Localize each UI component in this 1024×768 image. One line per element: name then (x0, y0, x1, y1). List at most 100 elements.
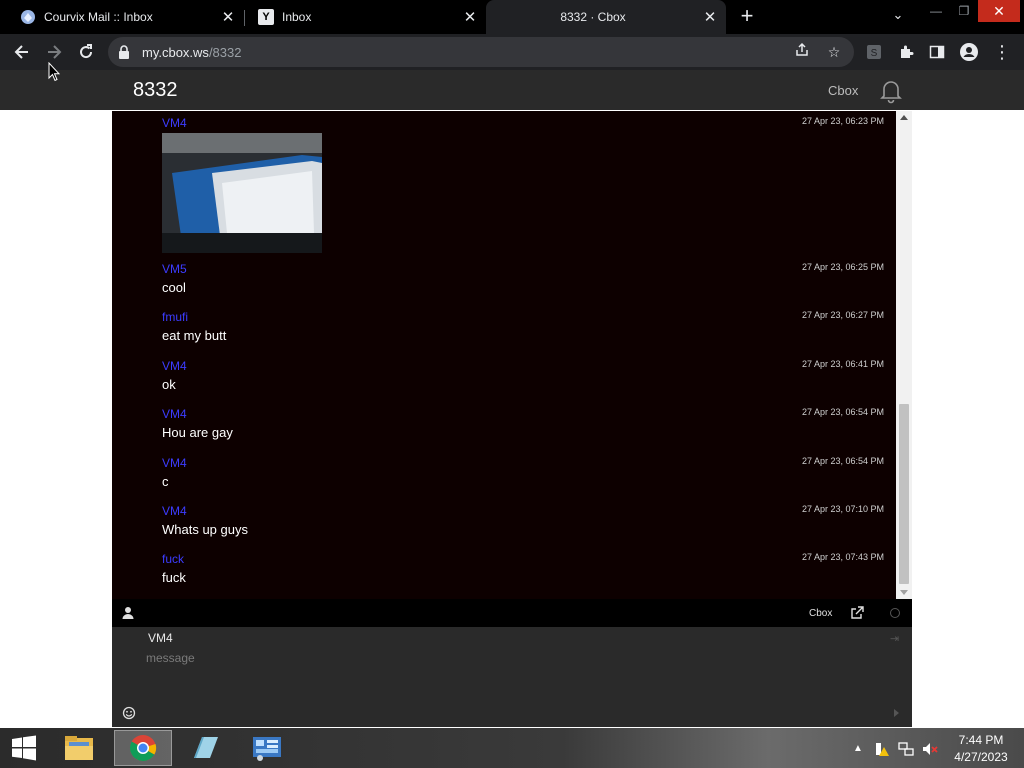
new-tab-button[interactable]: + (734, 5, 760, 29)
sidepanel-icon[interactable] (923, 38, 951, 66)
message-timestamp: 27 Apr 23, 06:23 PM (801, 116, 884, 126)
url-text: my.cbox.ws/8332 (142, 45, 241, 60)
url-host: my.cbox.ws (142, 45, 209, 60)
post-name-field[interactable]: VM4 (148, 631, 173, 645)
chat-message: VM5 27 Apr 23, 06:25 PM cool (162, 262, 884, 295)
message-image[interactable] (162, 133, 322, 253)
scroll-thumb[interactable] (899, 404, 909, 584)
window-close-button[interactable]: ✕ (978, 0, 1020, 22)
taskbar-chrome[interactable] (114, 730, 172, 766)
message-username[interactable]: VM4 (162, 116, 884, 130)
share-icon[interactable] (792, 42, 812, 62)
popout-icon[interactable] (851, 606, 864, 619)
message-timestamp: 27 Apr 23, 06:54 PM (801, 407, 884, 417)
start-button[interactable] (0, 728, 48, 768)
taskbar-notes-app[interactable] (176, 730, 234, 766)
message-username[interactable]: VM4 (162, 407, 884, 421)
message-text: cool (162, 280, 186, 295)
chat-message: VM4 27 Apr 23, 07:10 PM Whats up guys (162, 504, 884, 537)
cbox-header: 8332 Cbox (0, 70, 1024, 110)
chrome-icon (129, 735, 157, 761)
status-circle-icon[interactable] (890, 608, 900, 618)
tab-title: Courvix Mail :: Inbox (44, 10, 153, 24)
message-timestamp: 27 Apr 23, 07:10 PM (801, 504, 884, 514)
message-username[interactable]: VM4 (162, 504, 884, 518)
window-maximize-button[interactable]: ❐ (952, 0, 976, 22)
chat-message-list[interactable]: VM4 27 Apr 23, 06:23 PM VM5 27 Apr 23, 0… (112, 111, 896, 599)
reload-icon[interactable] (72, 38, 100, 66)
windows-taskbar: ▲ 7:44 PM 4/27/2023 (0, 728, 1024, 768)
user-icon[interactable] (122, 606, 134, 619)
message-timestamp: 27 Apr 23, 06:54 PM (801, 456, 884, 466)
chat-message: VM4 27 Apr 23, 06:54 PM c (162, 456, 884, 489)
post-form: VM4 ⇥ (112, 627, 912, 727)
message-text: ok (162, 377, 176, 392)
tab-close-icon[interactable]: ✕ (218, 7, 238, 27)
taskbar-control-panel[interactable] (238, 730, 296, 766)
back-icon[interactable] (8, 38, 36, 66)
scroll-up-arrow[interactable] (900, 115, 908, 120)
smiley-icon[interactable] (122, 706, 136, 720)
tab-inbox[interactable]: Y Inbox ✕ (244, 0, 486, 34)
message-input[interactable] (146, 651, 846, 695)
shield-favicon-icon (21, 10, 35, 24)
message-text: Hou are gay (162, 425, 233, 440)
tab-close-icon[interactable]: ✕ (700, 7, 720, 27)
message-username[interactable]: fuck (162, 552, 884, 566)
chat-message: VM4 27 Apr 23, 06:41 PM ok (162, 359, 884, 392)
address-bar[interactable]: my.cbox.ws/8332 ☆ (108, 37, 854, 67)
chat-message: VM4 27 Apr 23, 06:23 PM (162, 116, 884, 253)
submit-arrow-icon[interactable] (894, 709, 899, 717)
svg-text:S: S (871, 48, 878, 59)
message-username[interactable]: VM4 (162, 359, 884, 373)
scroll-down-arrow[interactable] (900, 590, 908, 595)
footer-cbox-link[interactable]: Cbox (809, 608, 832, 619)
network-icon[interactable] (898, 741, 914, 757)
window-minimize-button[interactable]: — (924, 0, 948, 22)
message-username[interactable]: VM4 (162, 456, 884, 470)
browser-tab-strip: Courvix Mail :: Inbox ✕ Y Inbox ✕ 8332 ·… (0, 0, 1024, 34)
browser-toolbar: my.cbox.ws/8332 ☆ S ⋮ (0, 34, 1024, 70)
volume-muted-icon[interactable] (922, 741, 938, 757)
message-text: eat my butt (162, 328, 227, 343)
chat-message: fmufi 27 Apr 23, 06:27 PM eat my butt (162, 310, 884, 343)
extension-icon[interactable] (892, 38, 920, 66)
windows-logo-icon (12, 735, 36, 761)
tray-expand-chevron-icon[interactable]: ▲ (850, 741, 866, 757)
mouse-cursor-icon (48, 62, 60, 82)
tab-cbox-active[interactable]: 8332 · Cbox ✕ (486, 0, 726, 34)
action-center-warning-icon[interactable] (874, 741, 890, 757)
clock-date[interactable]: 4/27/2023 (948, 750, 1014, 764)
message-text: Whats up guys (162, 522, 248, 537)
url-path: /8332 (208, 45, 242, 60)
message-username[interactable]: fmufi (162, 310, 884, 324)
message-username[interactable]: VM5 (162, 262, 884, 276)
tab-title: 8332 · Cbox (560, 10, 626, 24)
lock-icon[interactable] (118, 45, 130, 59)
message-text: c (162, 474, 169, 489)
clock-time[interactable]: 7:44 PM (948, 733, 1014, 747)
control-panel-icon (253, 737, 281, 761)
chat-message: VM4 27 Apr 23, 06:54 PM Hou are gay (162, 407, 884, 440)
folder-icon (65, 736, 93, 760)
cbox-link[interactable]: Cbox (828, 83, 858, 98)
menu-icon[interactable]: ⋮ (988, 38, 1016, 66)
sign-in-icon[interactable]: ⇥ (890, 632, 902, 645)
chat-footer-bar: Cbox (112, 599, 912, 627)
page-title: 8332 (133, 79, 178, 101)
yahoo-favicon-icon: Y (258, 9, 274, 25)
profile-icon[interactable] (955, 38, 983, 66)
chat-message: fuck 27 Apr 23, 07:43 PM fuck (162, 552, 884, 585)
tab-courvix-mail[interactable]: Courvix Mail :: Inbox ✕ (0, 0, 244, 34)
star-icon[interactable]: ☆ (824, 42, 844, 62)
message-text: fuck (162, 570, 186, 585)
tab-title: Inbox (282, 10, 312, 24)
message-timestamp: 27 Apr 23, 06:27 PM (801, 310, 884, 320)
extension-s-icon[interactable]: S (860, 38, 888, 66)
bell-icon[interactable] (878, 78, 904, 104)
notes-icon (194, 737, 218, 758)
chat-scrollbar[interactable] (896, 111, 912, 599)
tab-search-chevron-icon[interactable]: ⌄ (888, 7, 908, 27)
tab-close-icon[interactable]: ✕ (460, 7, 480, 27)
taskbar-file-explorer[interactable] (50, 730, 108, 766)
